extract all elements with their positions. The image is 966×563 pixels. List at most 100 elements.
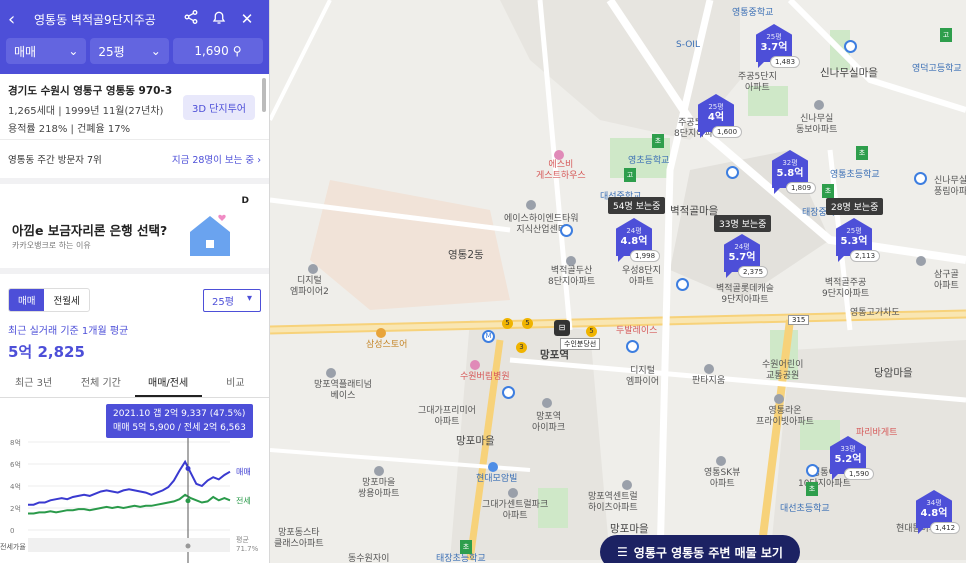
map-label[interactable]: 영통라온 프라이빗아파트 (756, 406, 814, 428)
map-label[interactable]: 디지털 엠파이어2 (290, 276, 329, 298)
subway-station-icon[interactable]: M (482, 330, 495, 343)
poi-marker[interactable] (326, 368, 336, 378)
price-pin[interactable]: 25평 5.3억 2,113 (836, 218, 881, 262)
map-label[interactable]: 망포역플래티넘 베이스 (314, 380, 372, 402)
price-pin[interactable]: 34평 4.8억 1,412 (916, 490, 961, 534)
map-label[interactable]: 망포역 (540, 350, 569, 361)
tab-sale-lease[interactable]: 매매/전세 (134, 372, 202, 397)
poi-marker[interactable] (470, 360, 480, 370)
back-icon[interactable]: ‹ (8, 9, 28, 30)
map-label[interactable]: 태장초등학교 (436, 554, 486, 563)
map-label[interactable]: 영통고가차도 (850, 308, 900, 319)
poi-marker[interactable] (308, 264, 318, 274)
poi-marker[interactable] (376, 328, 386, 338)
map-label[interactable]: 벽적골마을 (670, 206, 718, 217)
map-label[interactable]: 두발레이스 (616, 326, 657, 337)
map-label[interactable]: 망포동스타 클래스아파트 (274, 528, 324, 550)
3d-tour-button[interactable]: 3D 단지투어 (182, 95, 255, 120)
map-label[interactable]: 영초등학교 (628, 156, 669, 167)
price-pin[interactable]: 24평 5.7억 2,375 (724, 234, 769, 278)
map-label[interactable]: 당암마을 (874, 368, 913, 379)
poi-marker[interactable] (526, 200, 536, 210)
poi-marker[interactable] (542, 398, 552, 408)
map-label[interactable]: 망포마을 (456, 436, 495, 447)
bus-stop-icon[interactable] (914, 172, 927, 185)
map-label[interactable]: 영덕고등학교 (912, 64, 962, 75)
map-label[interactable]: 수원버림병원 (460, 372, 510, 383)
map-label[interactable]: 판타지움 (692, 376, 725, 387)
scrollbar[interactable] (262, 78, 266, 112)
school-flag-icon[interactable]: 초 (806, 482, 818, 496)
map-label[interactable]: 벽적골주공 9단지아파트 (822, 278, 869, 300)
map-label[interactable]: 영통초등학교 (830, 170, 880, 181)
share-icon[interactable] (177, 10, 205, 28)
tab-compare[interactable]: 비교 (202, 372, 269, 397)
subway-station-icon[interactable] (560, 224, 573, 237)
map-label[interactable]: 우성8단지 아파트 (622, 266, 661, 288)
bus-stop-icon[interactable] (502, 386, 515, 399)
ad-banner[interactable]: 아낌e 보금자리론 은행 선택? 카카오뱅크로 하는 이유 D (0, 184, 269, 274)
tab-all-period[interactable]: 전체 기간 (67, 372, 134, 397)
map-label[interactable]: 벽적골두산 8단지아파트 (548, 266, 595, 288)
price-pin[interactable]: 33평 5.2억 1,590 (830, 436, 875, 480)
school-flag-icon[interactable]: 초 (460, 540, 472, 554)
map-label[interactable]: 신나무실 동보아파트 (796, 114, 837, 136)
poi-marker[interactable] (814, 100, 824, 110)
school-flag-icon[interactable]: 초 (652, 134, 664, 148)
bell-icon[interactable] (205, 10, 233, 29)
map-label[interactable]: 디지털 엠파이어 (626, 366, 659, 388)
school-flag-icon[interactable]: 초 (822, 184, 834, 198)
poi-marker[interactable] (554, 150, 564, 160)
school-flag-icon[interactable]: 고 (940, 28, 952, 42)
map-label[interactable]: 현대모암빌 (476, 474, 517, 485)
map-label[interactable]: 신나무실 풍림아파 (934, 176, 966, 198)
area-select[interactable]: 25평 ⌄ (90, 38, 169, 64)
poi-marker[interactable] (374, 466, 384, 476)
map-label[interactable]: 에스비 게스트하우스 (536, 160, 586, 182)
map-label[interactable]: 벽적골롯데캐슬 9단지아파트 (716, 284, 774, 306)
tab-lease[interactable]: 전월세 (44, 289, 88, 311)
deal-type-select[interactable]: 매매 ⌄ (6, 38, 87, 64)
map-label[interactable]: 신나무실마을 (820, 68, 878, 79)
poi-marker[interactable] (566, 256, 576, 266)
map-label[interactable]: 삼성스토어 (366, 340, 407, 351)
nearby-listings-button[interactable]: ☰ 영통구 영통동 주변 매물 보기 (600, 535, 800, 563)
poi-marker[interactable] (704, 364, 714, 374)
map-label[interactable]: 영통중학교 (732, 8, 773, 19)
chart-area-select[interactable]: 25평 ▾ (203, 288, 261, 312)
map-label[interactable]: 망포역센트럴 하이츠아파트 (588, 492, 638, 514)
train-station-icon[interactable]: ⊟ (554, 320, 570, 336)
map-label[interactable]: 동수원자이 (348, 554, 389, 563)
bus-stop-icon[interactable] (626, 340, 639, 353)
map-label[interactable]: 대선초등학교 (780, 504, 830, 515)
map-label[interactable]: 망포역 아이파크 (532, 412, 565, 434)
tab-sale[interactable]: 매매 (9, 289, 45, 311)
school-flag-icon[interactable]: 고 (624, 168, 636, 182)
price-pin[interactable]: 24평 4.8억 1,998 (616, 218, 661, 262)
price-pin[interactable]: 25평 3.7억 1,483 (756, 24, 801, 68)
map-label[interactable]: 삼구골 아파트 (934, 270, 959, 292)
map-label[interactable]: 망포마을 (610, 524, 649, 535)
listing-search-button[interactable]: 1,690 ⚲ (172, 38, 263, 64)
bus-stop-icon[interactable] (676, 278, 689, 291)
bus-stop-icon[interactable] (726, 166, 739, 179)
bus-stop-icon[interactable] (806, 464, 819, 477)
map-label[interactable]: 주공5단지 아파트 (738, 72, 777, 94)
poi-marker[interactable] (716, 456, 726, 466)
price-chart[interactable]: 8억 6억 4억 2억 0 매매 전세 전세가율 평균 71.7% 2021.10 갭 2억 9,… (0, 398, 269, 563)
price-pin[interactable]: 32평 5.8억 1,809 (772, 150, 817, 194)
map-label[interactable]: 그대가센트럴파크 아파트 (482, 500, 548, 522)
bus-stop-icon[interactable] (844, 40, 857, 53)
poi-marker[interactable] (916, 256, 926, 266)
map-view[interactable]: 영통중학교 S-OIL 주공5단지 아파트 신나무실마을 영덕고등학교 주공5단… (270, 0, 966, 563)
map-label[interactable]: 수원어린이 교통공원 (762, 360, 803, 382)
map-label[interactable]: S-OIL (676, 40, 700, 51)
viewers-link[interactable]: 지금 28명이 보는 중 › (172, 152, 261, 166)
map-label[interactable]: 영통SK뷰 아파트 (704, 468, 740, 490)
poi-marker[interactable] (488, 462, 498, 472)
price-pin[interactable]: 25평 4억 1,600 (698, 94, 743, 138)
poi-marker[interactable] (508, 488, 518, 498)
school-flag-icon[interactable]: 초 (856, 146, 868, 160)
map-label[interactable]: 영통2동 (448, 250, 484, 261)
poi-marker[interactable] (622, 480, 632, 490)
